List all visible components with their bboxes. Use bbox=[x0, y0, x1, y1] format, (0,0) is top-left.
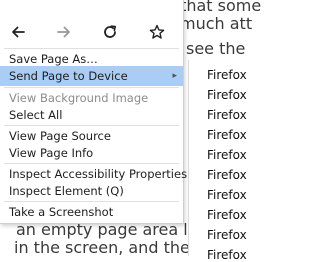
reload-icon bbox=[104, 25, 116, 38]
back-button[interactable] bbox=[6, 18, 30, 46]
inspect-element-label: Inspect Element (Q) bbox=[9, 184, 124, 198]
view-page-info-item[interactable]: View Page Info bbox=[0, 143, 183, 163]
device-item[interactable]: Firefox bbox=[207, 188, 247, 202]
star-icon bbox=[149, 24, 165, 39]
navigation-row bbox=[0, 18, 183, 46]
device-item[interactable]: Firefox bbox=[207, 108, 247, 122]
send-to-device-submenu: Firefox Firefox Firefox Firefox Firefox … bbox=[188, 60, 259, 262]
reload-button[interactable] bbox=[98, 18, 122, 46]
device-item[interactable]: Firefox bbox=[207, 248, 247, 262]
device-item[interactable]: Firefox bbox=[207, 68, 247, 82]
device-item[interactable]: Firefox bbox=[207, 128, 247, 142]
device-item[interactable]: Firefox bbox=[207, 88, 247, 102]
device-item[interactable]: Firefox bbox=[207, 148, 247, 162]
view-page-info-label: View Page Info bbox=[9, 146, 94, 160]
bookmark-button[interactable] bbox=[145, 18, 169, 46]
send-page-to-device-item[interactable]: Send Page to Device ▸ bbox=[0, 66, 183, 86]
device-item[interactable]: Firefox bbox=[207, 168, 247, 182]
device-item[interactable]: Firefox bbox=[207, 228, 247, 242]
select-all-item[interactable]: Select All bbox=[0, 105, 183, 125]
context-menu: Save Page As… Send Page to Device ▸ View… bbox=[0, 0, 187, 224]
back-arrow-icon bbox=[12, 26, 25, 38]
article-text-line: much att bbox=[180, 14, 253, 33]
select-all-label: Select All bbox=[9, 108, 63, 122]
take-screenshot-item[interactable]: Take a Screenshot bbox=[0, 202, 183, 222]
article-text-line: in the screen, and the bbox=[14, 238, 190, 257]
submenu-arrow-icon: ▸ bbox=[172, 71, 177, 81]
forward-arrow-icon bbox=[57, 26, 70, 38]
inspect-element-item[interactable]: Inspect Element (Q) bbox=[0, 181, 183, 201]
send-page-to-device-label: Send Page to Device bbox=[9, 69, 128, 83]
article-text-line: see the bbox=[186, 39, 246, 58]
take-screenshot-label: Take a Screenshot bbox=[9, 205, 114, 219]
forward-button[interactable] bbox=[52, 18, 76, 46]
device-item[interactable]: Firefox bbox=[207, 208, 247, 222]
